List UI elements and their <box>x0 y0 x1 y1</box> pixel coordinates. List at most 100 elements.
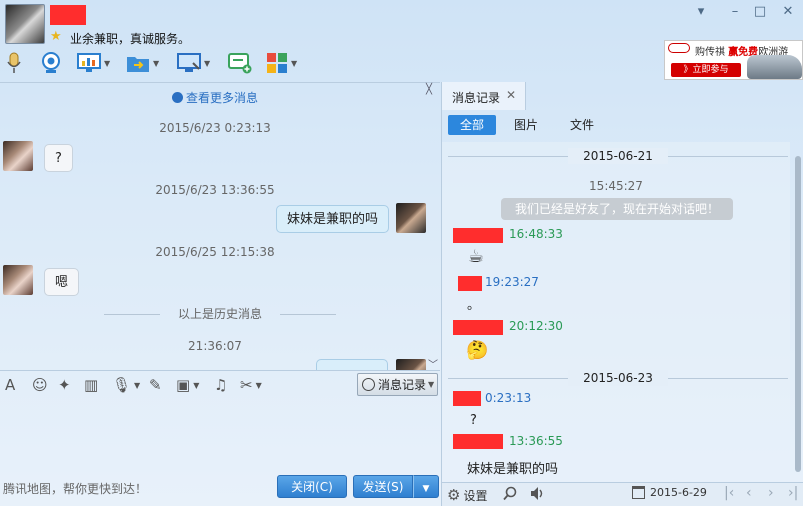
date-display: 2015-6-29 <box>650 486 707 499</box>
ad-banner[interactable]: 购传祺 赢免费欧洲游 》立即参与 <box>664 40 803 80</box>
voice-call-button[interactable] <box>5 50 23 76</box>
filter-all[interactable]: 全部 <box>448 115 496 135</box>
history-divider: 以上是历史消息 <box>104 307 336 321</box>
message-bubble-outgoing <box>316 359 388 370</box>
prev-page-icon[interactable]: ‹ <box>746 485 752 501</box>
gear-icon: ⚙ <box>447 486 461 504</box>
tab-label: 消息记录 <box>452 91 501 105</box>
edit-icon[interactable]: ✎ <box>149 376 162 394</box>
maximize-icon[interactable]: □ <box>752 4 768 20</box>
input-toolbar: A ☺ ✦ ▥ 🎙 ▼ ✎ ▣ ▼ ♫ ✂ ▼ 消息记录 ▼ <box>0 370 440 398</box>
star-icon: ★ <box>50 29 62 44</box>
close-button[interactable]: 关闭(C) <box>277 475 347 498</box>
chevron-down-icon: ▼ <box>104 58 111 68</box>
message-records-panel: 消息记录 ✕ 全部 图片 文件 2015-06-21 15:45:27 我们已经… <box>441 82 803 506</box>
record-time: 13:36:55 <box>509 434 563 448</box>
coffee-emoji-icon: ☕ <box>468 246 485 267</box>
remote-desktop-button[interactable]: ▼ <box>177 50 210 76</box>
monitor-chart-icon <box>77 53 101 72</box>
webcam-icon <box>42 52 60 73</box>
settings-button[interactable]: ⚙ 设置 <box>447 486 487 504</box>
skin-dropdown-icon[interactable]: ▾ <box>693 4 709 20</box>
message-bubble-incoming: 嗯 <box>44 268 80 296</box>
send-button[interactable]: 发送(S) <box>353 475 413 498</box>
speaker-icon[interactable] <box>530 486 546 501</box>
record-time: 16:48:33 <box>509 227 563 241</box>
records-footer: ⚙ 设置 2015-6-29 |‹ ‹ › ›| <box>442 482 803 506</box>
scroll-down-icon[interactable]: ﹀ <box>428 356 438 371</box>
remote-screen-icon <box>177 53 201 72</box>
apps-button[interactable]: ▼ <box>266 50 297 76</box>
friend-avatar[interactable] <box>3 141 33 171</box>
voice-message-icon[interactable]: 🎙 ▼ <box>112 376 140 394</box>
record-time: 0:23:13 <box>485 391 532 405</box>
collapse-icon[interactable]: ╳ <box>426 84 438 96</box>
car-image <box>747 55 802 79</box>
footer-hint[interactable]: 腾讯地图，帮你更快到达！ <box>3 480 147 497</box>
first-page-icon[interactable]: |‹ <box>724 485 734 501</box>
filter-files[interactable]: 文件 <box>562 115 602 135</box>
sender-name-redacted <box>458 276 482 291</box>
friend-avatar[interactable] <box>3 265 33 295</box>
next-page-icon[interactable]: › <box>768 485 774 501</box>
contact-name-redacted <box>50 5 86 25</box>
chevron-down-icon: ▼ <box>428 380 435 389</box>
message-history-button[interactable]: 消息记录 ▼ <box>357 373 438 396</box>
record-time: 15:45:27 <box>589 179 643 193</box>
screen-share-button[interactable]: ▼ <box>77 50 110 76</box>
message-timestamp: 21:36:07 <box>188 339 242 353</box>
view-more-messages-link[interactable]: 查看更多消息 <box>0 89 430 106</box>
sender-name-redacted <box>453 434 503 449</box>
close-icon[interactable]: ✕ <box>506 88 516 102</box>
message-input[interactable] <box>0 398 440 470</box>
video-call-button[interactable] <box>40 50 62 76</box>
ad-headline-prefix: 购传祺 <box>695 47 725 58</box>
search-icon[interactable] <box>503 486 518 501</box>
filter-images[interactable]: 图片 <box>506 115 546 135</box>
message-bubble-incoming: ? <box>44 144 73 172</box>
message-timestamp: 2015/6/23 0:23:13 <box>159 121 271 135</box>
sender-name-redacted <box>453 320 503 335</box>
screenshot-scissors-icon[interactable]: ✂ ▼ <box>240 376 262 394</box>
records-list: 2015-06-21 15:45:27 我们已经是好友了，现在开始对话吧！ 16… <box>442 142 790 478</box>
scrollbar-thumb[interactable] <box>795 156 801 472</box>
close-window-icon[interactable]: ✕ <box>780 4 796 20</box>
send-file-button[interactable]: ▼ <box>126 50 159 76</box>
message-timestamp: 2015/6/25 12:15:38 <box>155 245 275 259</box>
chevron-down-icon: ▼ <box>291 58 298 68</box>
history-divider-label: 以上是历史消息 <box>177 307 262 321</box>
last-page-icon[interactable]: ›| <box>788 485 798 501</box>
magic-wand-icon[interactable]: ✦ <box>58 376 71 394</box>
calendar-button[interactable]: 2015-6-29 <box>632 486 707 499</box>
thinking-emoji-icon: 🤔 <box>466 340 489 361</box>
emoji-icon[interactable]: ☺ <box>32 376 48 394</box>
contact-avatar[interactable] <box>5 4 45 44</box>
date-label: 2015-06-23 <box>568 370 668 386</box>
chat-add-icon <box>228 53 252 74</box>
group-chat-button[interactable] <box>228 50 252 76</box>
apps-grid-icon <box>267 53 287 73</box>
chat-toolbar: ▼ ▼ ▼ ▼ <box>0 50 440 78</box>
font-icon[interactable]: A <box>5 376 15 394</box>
my-avatar[interactable] <box>396 359 426 370</box>
send-options-button[interactable]: ▼ <box>413 475 439 498</box>
minimize-icon[interactable]: – <box>727 4 743 20</box>
message-bubble-outgoing: 妹妹是兼职的吗 <box>276 205 390 233</box>
tab-message-records[interactable]: 消息记录 ✕ <box>442 82 526 110</box>
record-text: ? <box>470 413 477 428</box>
view-more-label: 查看更多消息 <box>185 91 258 105</box>
calendar-icon <box>632 486 645 499</box>
music-icon[interactable]: ♫ <box>214 376 227 394</box>
brand-logo-icon <box>668 43 690 53</box>
record-text: 。 <box>467 298 481 313</box>
records-scrollbar[interactable] <box>794 142 802 478</box>
ad-join-button[interactable]: 》立即参与 <box>671 63 741 77</box>
my-avatar[interactable] <box>396 203 426 233</box>
video-icon[interactable]: ▥ <box>84 376 98 394</box>
chevron-down-icon: ▼ <box>134 380 141 390</box>
contact-signature: 业余兼职，真诚服务。 <box>70 32 191 46</box>
date-separator: 2015-06-21 <box>448 148 788 164</box>
image-icon[interactable]: ▣ ▼ <box>176 376 199 394</box>
clock-icon <box>171 92 183 103</box>
message-history-label: 消息记录 <box>378 378 427 392</box>
